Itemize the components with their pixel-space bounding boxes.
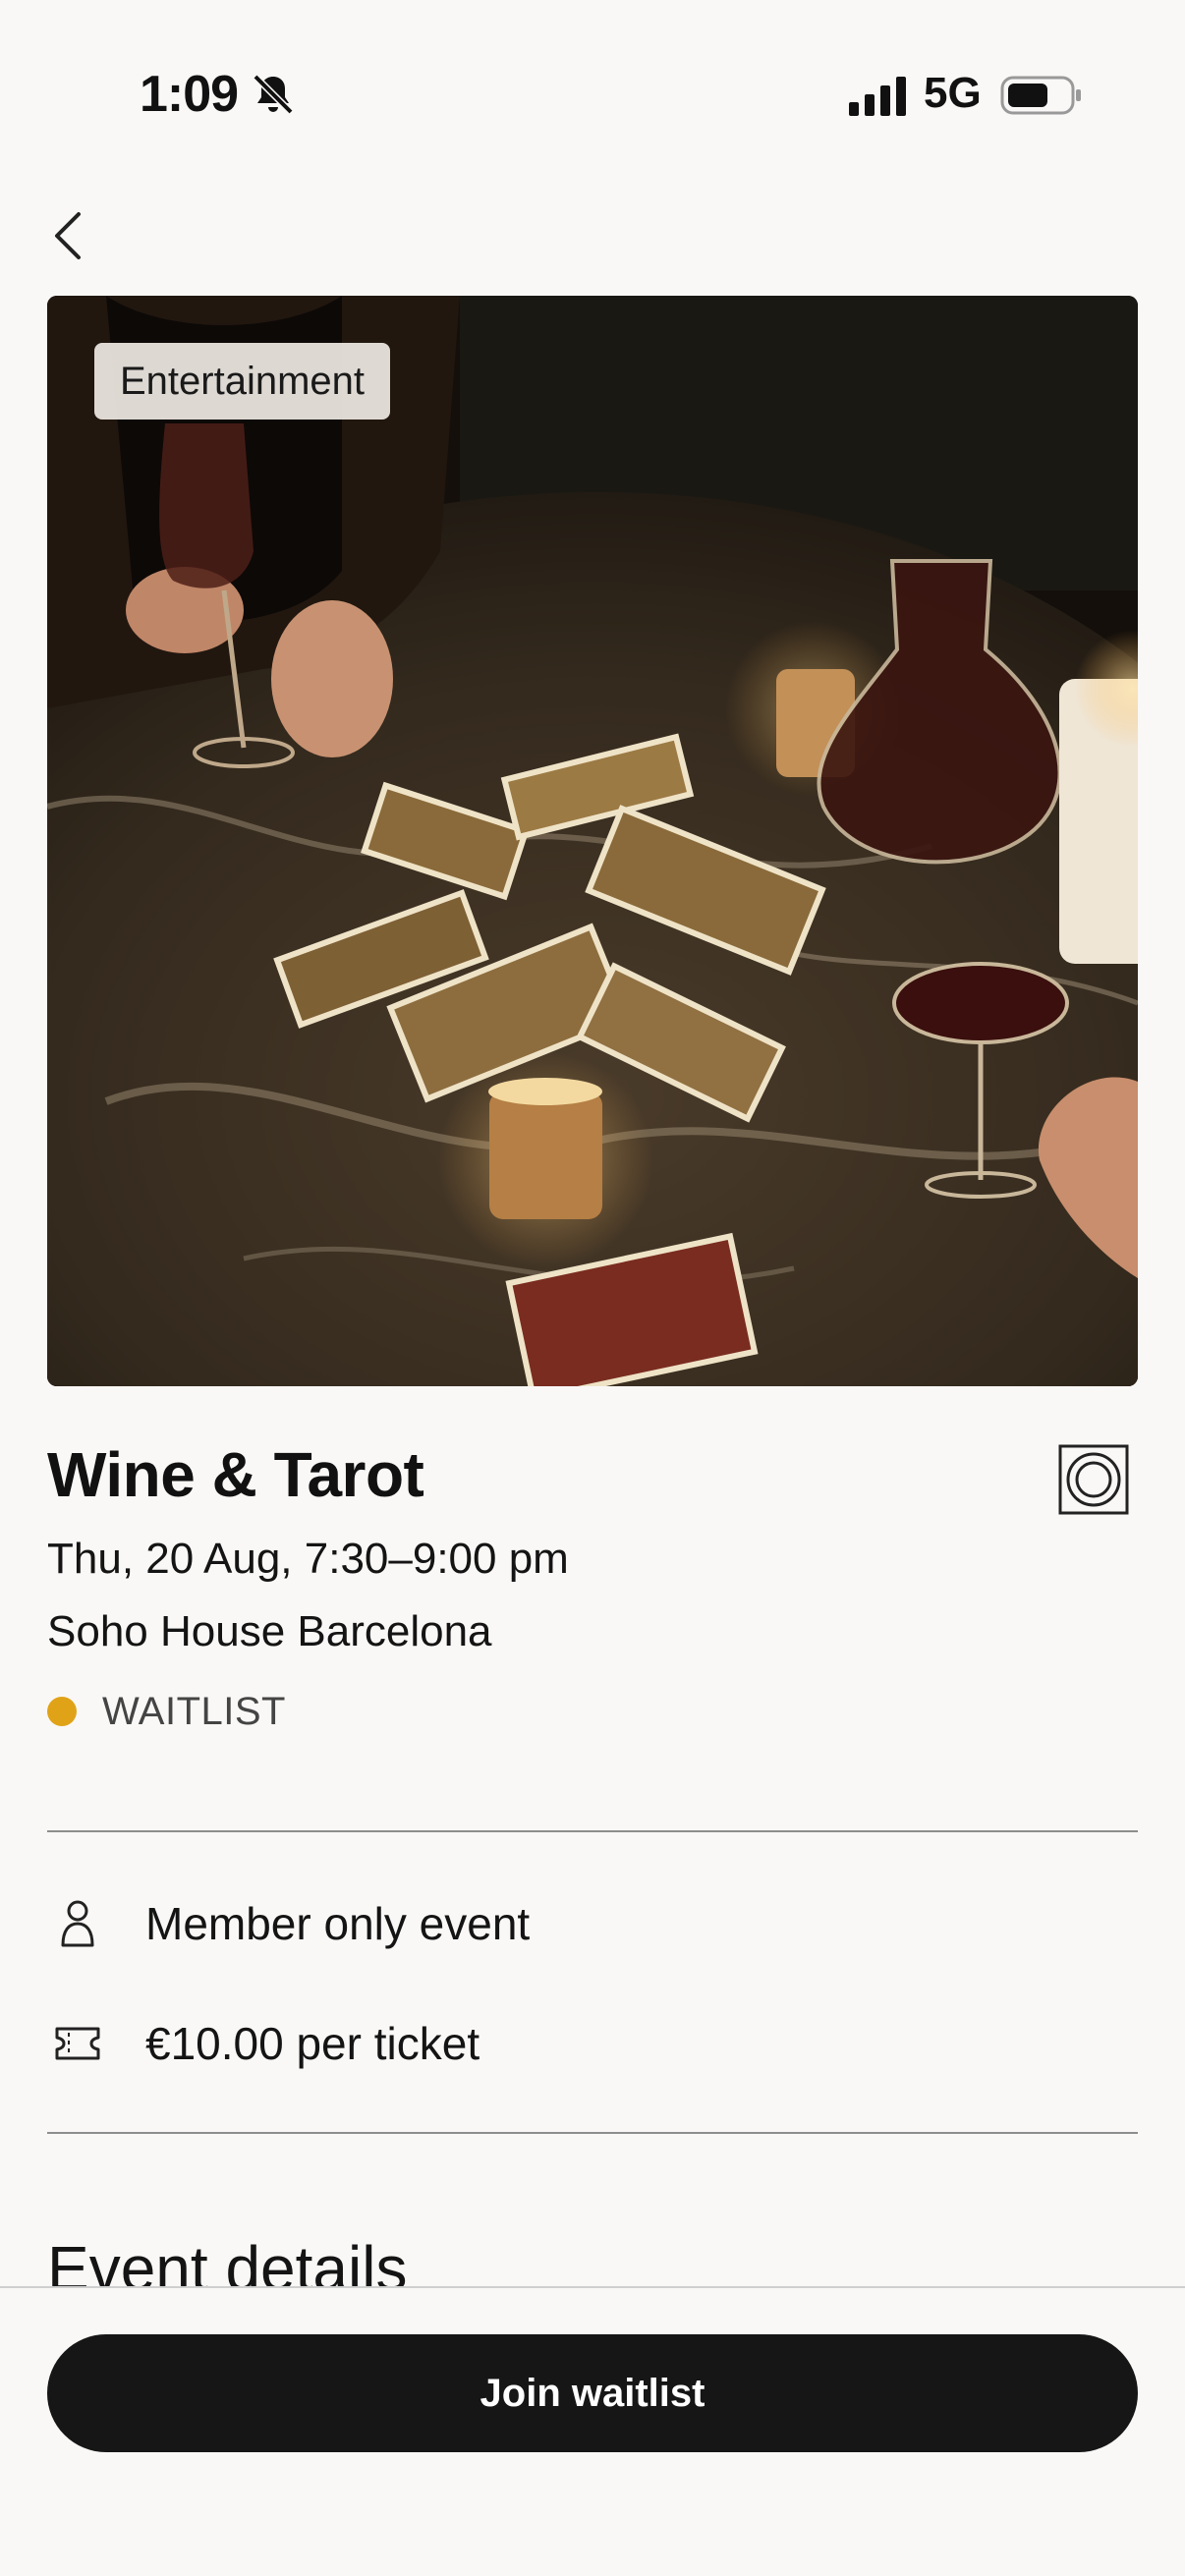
category-chip: Entertainment — [94, 343, 391, 420]
concentric-circles-icon[interactable] — [1058, 1444, 1129, 1515]
event-hero-image: Entertainment — [47, 296, 1138, 1386]
event-title: Wine & Tarot — [47, 1439, 424, 1510]
bell-slash-icon — [253, 74, 294, 115]
divider — [47, 2132, 1138, 2134]
price-label: €10.00 per ticket — [145, 2018, 480, 2069]
status-bar: 1:09 5G — [0, 0, 1185, 187]
event-datetime: Thu, 20 Aug, 7:30–9:00 pm — [47, 1535, 569, 1583]
join-waitlist-button[interactable]: Join waitlist — [47, 2334, 1138, 2452]
status-label: WAITLIST — [102, 1689, 286, 1733]
price-row: €10.00 per ticket — [47, 2012, 480, 2075]
status-time: 1:09 — [140, 66, 239, 123]
member-only-label: Member only event — [145, 1898, 531, 1949]
status-dot — [47, 1697, 77, 1726]
event-status: WAITLIST — [47, 1686, 286, 1737]
network-type: 5G — [924, 69, 982, 117]
battery-icon — [1000, 76, 1081, 115]
chevron-left-icon[interactable] — [47, 208, 90, 263]
event-venue: Soho House Barcelona — [47, 1607, 492, 1655]
ticket-icon — [55, 2027, 100, 2060]
event-photo — [47, 296, 1138, 1386]
person-icon — [61, 1900, 94, 1947]
divider — [47, 1830, 1138, 1832]
signal-bars-icon — [849, 77, 906, 116]
bottom-action-bar: Join waitlist — [0, 2286, 1185, 2576]
member-only-row: Member only event — [47, 1892, 530, 1955]
